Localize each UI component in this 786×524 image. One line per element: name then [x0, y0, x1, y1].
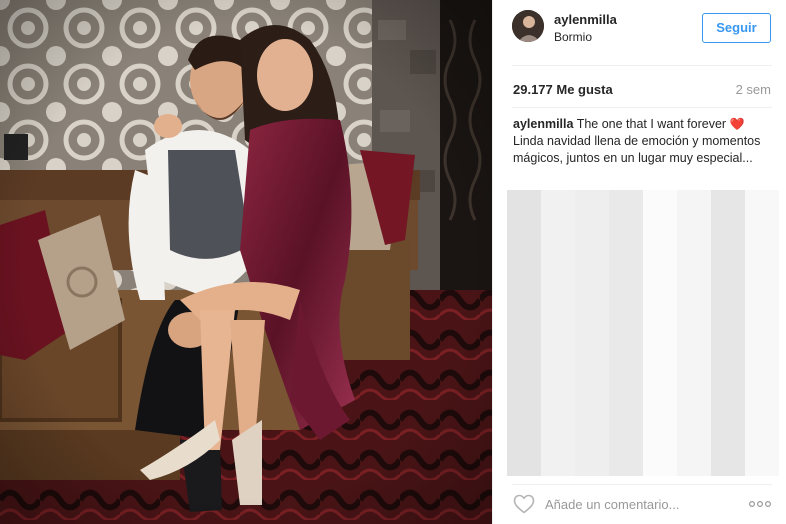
mosaic-cell [541, 368, 575, 405]
mosaic-cell [609, 190, 643, 226]
post-location[interactable]: Bormio [554, 30, 592, 44]
mosaic-cell [541, 297, 575, 333]
mosaic-cell [541, 333, 575, 369]
mosaic-cell [745, 190, 779, 226]
post-username[interactable]: aylenmilla [554, 12, 617, 27]
mosaic-cell [643, 333, 677, 369]
mosaic-cell [541, 190, 575, 226]
mosaic-cell [643, 225, 677, 262]
mosaic-cell [677, 261, 711, 298]
mosaic-cell [507, 333, 541, 369]
mosaic-cell [711, 404, 745, 441]
mosaic-cell [541, 440, 575, 476]
mosaic-cell [643, 297, 677, 333]
post-caption: aylenmilla The one that I want forever ❤… [513, 116, 775, 167]
ellipsis-icon[interactable] [747, 492, 773, 516]
divider [512, 484, 772, 485]
mosaic-cell [609, 225, 643, 262]
caption-text-continued: Linda navidad llena de emoción y momento… [513, 134, 761, 165]
mosaic-cell [609, 333, 643, 369]
mosaic-cell [575, 190, 609, 226]
mosaic-cell [575, 225, 609, 262]
mosaic-cell [575, 440, 609, 476]
mosaic-cell [677, 297, 711, 333]
user-avatar[interactable] [512, 10, 544, 42]
mosaic-cell [677, 190, 711, 226]
mosaic-cell [677, 333, 711, 369]
mosaic-cell [677, 368, 711, 405]
mosaic-cell [711, 225, 745, 262]
mosaic-cell [745, 404, 779, 441]
mosaic-cell [541, 225, 575, 262]
mosaic-cell [745, 297, 779, 333]
mosaic-cell [507, 368, 541, 405]
mosaic-cell [643, 190, 677, 226]
mosaic-cell [541, 404, 575, 441]
mosaic-cell [575, 261, 609, 298]
mosaic-cell [609, 440, 643, 476]
mosaic-cell [609, 404, 643, 441]
caption-author[interactable]: aylenmilla [513, 117, 573, 131]
post-header: aylenmilla Bormio Seguir [493, 0, 786, 56]
mosaic-cell [643, 440, 677, 476]
mosaic-cell [507, 297, 541, 333]
mosaic-cell [609, 261, 643, 298]
mosaic-cell [643, 261, 677, 298]
mosaic-cell [575, 333, 609, 369]
mosaic-cell [711, 440, 745, 476]
mosaic-cell [745, 440, 779, 476]
mosaic-cell [541, 261, 575, 298]
likes-count[interactable]: 29.177 Me gusta [513, 82, 613, 97]
post-time[interactable]: 2 sem [736, 82, 771, 97]
mosaic-cell [745, 333, 779, 369]
mosaic-cell [643, 368, 677, 405]
mosaic-cell [677, 404, 711, 441]
comment-input[interactable] [545, 492, 735, 516]
mosaic-cell [711, 333, 745, 369]
mosaic-cell [745, 368, 779, 405]
mosaic-cell [677, 440, 711, 476]
mosaic-cell [711, 368, 745, 405]
caption-text: The one that I want forever [573, 117, 730, 131]
mosaic-cell [711, 190, 745, 226]
mosaic-cell [575, 297, 609, 333]
mosaic-cell [507, 440, 541, 476]
comment-bar [493, 486, 786, 524]
divider [512, 65, 772, 66]
heart-emoji-icon: ❤️ [729, 117, 745, 131]
follow-button[interactable]: Seguir [702, 13, 771, 43]
mosaic-cell [643, 404, 677, 441]
mosaic-cell [745, 225, 779, 262]
pixelated-comments-area [507, 190, 779, 476]
heart-outline-icon[interactable] [512, 492, 536, 516]
mosaic-cell [745, 261, 779, 298]
post-details-panel: aylenmilla Bormio Seguir 29.177 Me gusta… [492, 0, 786, 524]
mosaic-cell [575, 368, 609, 405]
mosaic-cell [507, 404, 541, 441]
mosaic-cell [711, 261, 745, 298]
post-photo[interactable] [0, 0, 492, 524]
divider [512, 107, 772, 108]
mosaic-cell [575, 404, 609, 441]
mosaic-cell [507, 225, 541, 262]
mosaic-cell [507, 261, 541, 298]
mosaic-cell [711, 297, 745, 333]
mosaic-cell [609, 297, 643, 333]
post-viewer: aylenmilla Bormio Seguir 29.177 Me gusta… [0, 0, 786, 524]
mosaic-cell [507, 190, 541, 226]
mosaic-cell [677, 225, 711, 262]
mosaic-cell [609, 368, 643, 405]
post-stats: 29.177 Me gusta 2 sem [493, 80, 786, 100]
